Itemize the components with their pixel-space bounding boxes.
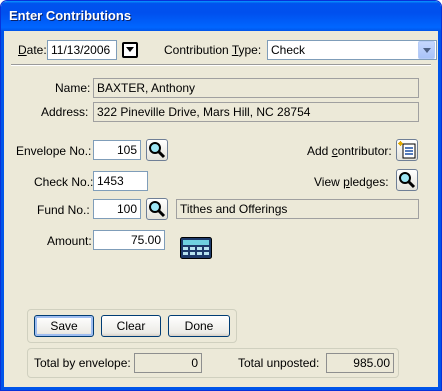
header-divider <box>11 64 431 66</box>
window-frame-bottom <box>1 387 441 390</box>
fund-search-button[interactable] <box>146 198 168 220</box>
view-pledges-label-rest: ledges: <box>349 175 389 189</box>
address-field: 322 Pineville Drive, Mars Hill, NC 28754 <box>93 102 419 122</box>
total-unposted-label: Total unposted: <box>238 356 320 370</box>
calculator-icon <box>180 237 212 259</box>
check-field[interactable]: 1453 <box>93 171 148 191</box>
total-by-envelope-label: Total by envelope: <box>34 356 131 370</box>
window-title: Enter Contributions <box>9 8 132 23</box>
window-frame-right <box>438 31 441 390</box>
search-icon <box>149 142 166 159</box>
envelope-label: Envelope No.: <box>16 144 92 158</box>
view-pledges-label-prefix: View <box>314 175 344 189</box>
search-icon <box>149 201 166 218</box>
total-by-envelope-field: 0 <box>134 353 202 373</box>
clear-button[interactable]: Clear <box>101 315 161 337</box>
window-frame-left <box>1 31 4 390</box>
date-label: Date: <box>18 43 47 57</box>
contribution-type-label-rest: ype: <box>238 43 262 57</box>
done-button[interactable]: Done <box>168 315 230 337</box>
contribution-type-value: Check <box>271 43 306 57</box>
date-field[interactable]: 11/13/2006 <box>47 40 117 60</box>
envelope-field[interactable]: 105 <box>93 140 141 160</box>
search-icon <box>399 172 416 189</box>
contributions-window: Enter Contributions Date: 11/13/2006 Con… <box>0 0 442 391</box>
view-pledges-button[interactable] <box>396 169 418 191</box>
add-contributor-button[interactable] <box>396 139 418 161</box>
fund-label: Fund No.: <box>37 203 90 217</box>
contribution-type-label: Contribution Type: <box>164 43 261 57</box>
envelope-search-button[interactable] <box>146 139 168 161</box>
fund-name-field: Tithes and Offerings <box>176 199 419 219</box>
calculator-button[interactable] <box>180 237 212 259</box>
date-label-accel: D <box>18 43 27 57</box>
name-field: BAXTER, Anthony <box>93 78 419 98</box>
contribution-type-select[interactable]: Check <box>267 40 437 60</box>
title-bar[interactable]: Enter Contributions <box>1 1 441 31</box>
add-contributor-icon <box>398 141 416 159</box>
contribution-type-label-prefix: Contribution <box>164 43 232 57</box>
amount-label: Amount: <box>47 234 92 248</box>
save-button[interactable]: Save <box>34 315 94 337</box>
amount-field[interactable]: 75.00 <box>93 230 165 250</box>
check-label: Check No.: <box>34 175 94 189</box>
add-contributor-label-rest: ontributor: <box>337 144 392 158</box>
view-pledges-label-accel: p <box>343 175 350 189</box>
chevron-down-icon[interactable] <box>418 41 435 59</box>
view-pledges-label: View pledges: <box>314 175 389 189</box>
name-label: Name: <box>55 81 91 95</box>
address-label: Address: <box>41 105 89 119</box>
contribution-type-label-accel: T <box>231 43 239 57</box>
add-contributor-label: Add contributor: <box>307 144 392 158</box>
fund-field[interactable]: 100 <box>93 199 141 219</box>
total-unposted-field: 985.00 <box>326 353 394 373</box>
add-contributor-label-prefix: Add <box>307 144 332 158</box>
date-label-rest: ate: <box>26 43 47 57</box>
calendar-dropdown-icon[interactable] <box>122 42 138 58</box>
